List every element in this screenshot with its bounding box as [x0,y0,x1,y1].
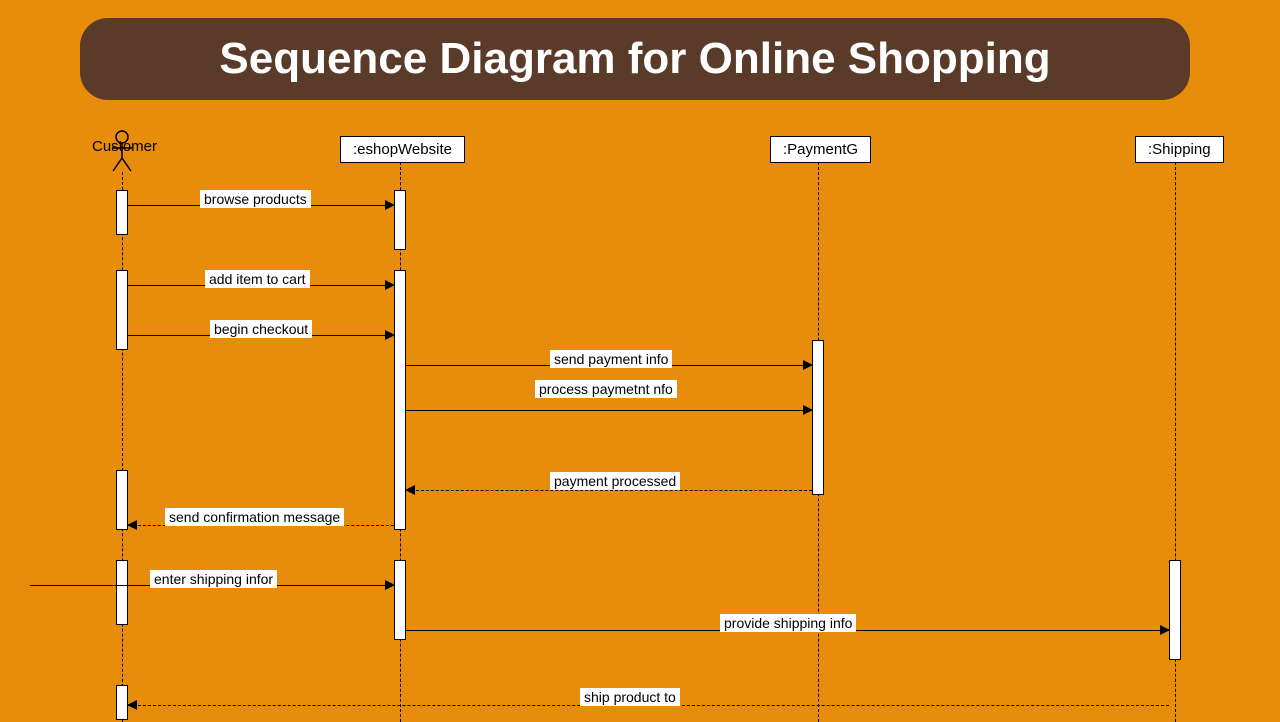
eshop-activation-3 [394,560,406,640]
msg-send-payment-label: send payment info [550,350,672,368]
msg-process-payment [406,410,812,411]
diagram-title: Sequence Diagram for Online Shopping [80,18,1190,100]
msg-provide-shipping-label: provide shipping info [720,614,856,632]
msg-add-item-label: add item to cart [205,270,310,288]
customer-activation-2 [116,270,128,350]
msg-begin-checkout-label: begin checkout [210,320,312,338]
msg-ship-product-label: ship product to [580,688,680,706]
msg-payment-processed [406,490,812,491]
eshop-participant: :eshopWebsite [340,136,465,163]
shipping-activation [1169,560,1181,660]
customer-label: Customer [92,138,157,155]
customer-lifeline [122,172,123,722]
msg-payment-processed-label: payment processed [550,472,680,490]
msg-process-payment-label: process paymetnt nfo [535,380,677,398]
msg-enter-shipping-label: enter shipping infor [150,570,277,588]
shipping-participant: :Shipping [1135,136,1224,163]
eshop-activation-1 [394,190,406,250]
customer-activation-1 [116,190,128,235]
msg-confirmation-label: send confirmation message [165,508,344,526]
sequence-diagram: Customer :eshopWebsite :PaymentG :Shippi… [40,130,1240,720]
payment-participant: :PaymentG [770,136,871,163]
payment-activation [812,340,824,495]
customer-activation-4 [116,560,128,625]
msg-browse-products-label: browse products [200,190,311,208]
